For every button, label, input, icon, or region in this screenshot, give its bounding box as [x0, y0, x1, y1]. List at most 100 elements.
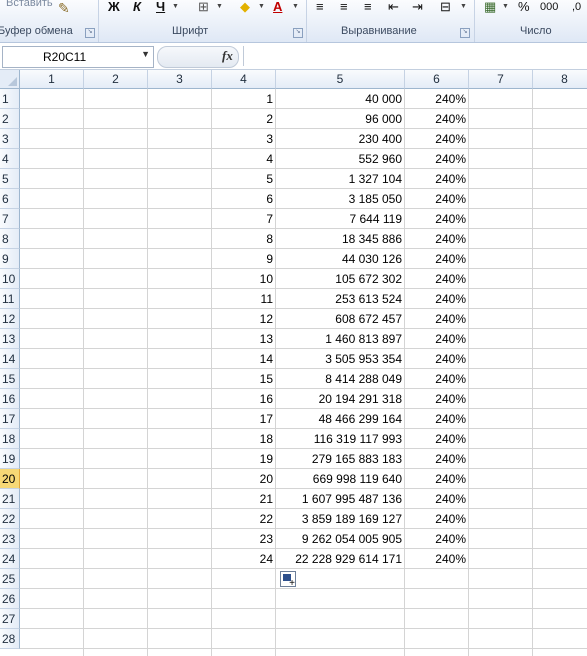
- cell[interactable]: 240%: [405, 209, 469, 229]
- cell[interactable]: 11: [212, 289, 276, 309]
- row-header-20[interactable]: 20: [0, 469, 20, 489]
- cell[interactable]: 240%: [405, 329, 469, 349]
- merge-center-icon[interactable]: ⊟: [440, 0, 451, 15]
- cell[interactable]: 240%: [405, 149, 469, 169]
- cell[interactable]: 240%: [405, 349, 469, 369]
- cell[interactable]: 20 194 291 318: [276, 389, 405, 409]
- cell[interactable]: 2: [212, 109, 276, 129]
- chevron-down-icon[interactable]: ▼: [141, 49, 150, 59]
- cell[interactable]: 240%: [405, 189, 469, 209]
- cell[interactable]: 1 327 104: [276, 169, 405, 189]
- font-launcher-icon[interactable]: ↘: [293, 28, 303, 38]
- row-header-25[interactable]: 25: [0, 569, 20, 589]
- cell[interactable]: 44 030 126: [276, 249, 405, 269]
- paste-options-icon[interactable]: [280, 571, 296, 589]
- cell[interactable]: 8 414 288 049: [276, 369, 405, 389]
- cell[interactable]: 240%: [405, 309, 469, 329]
- align-left-icon[interactable]: ≡: [316, 0, 324, 14]
- cell[interactable]: 240%: [405, 229, 469, 249]
- bold-button[interactable]: Ж: [108, 0, 120, 14]
- cell[interactable]: 552 960: [276, 149, 405, 169]
- row-header-22[interactable]: 22: [0, 509, 20, 529]
- row-header-23[interactable]: 23: [0, 529, 20, 549]
- italic-button[interactable]: К: [133, 0, 141, 14]
- align-center-icon[interactable]: ≡: [340, 0, 348, 14]
- cell[interactable]: 240%: [405, 289, 469, 309]
- insert-function-icon[interactable]: fx: [222, 48, 233, 64]
- cell[interactable]: 3 505 953 354: [276, 349, 405, 369]
- cell[interactable]: 240%: [405, 489, 469, 509]
- cell[interactable]: 240%: [405, 249, 469, 269]
- font-color-dropdown-icon[interactable]: ▼: [292, 3, 299, 10]
- cell[interactable]: 1 607 995 487 136: [276, 489, 405, 509]
- row-header-11[interactable]: 11: [0, 289, 20, 309]
- row-header-12[interactable]: 12: [0, 309, 20, 329]
- column-header-1[interactable]: 1: [20, 70, 84, 89]
- cell[interactable]: 240%: [405, 529, 469, 549]
- column-header-2[interactable]: 2: [84, 70, 148, 89]
- decrease-indent-icon[interactable]: ⇤: [388, 0, 399, 15]
- clipboard-launcher-icon[interactable]: ↘: [85, 28, 95, 38]
- font-color-icon[interactable]: A: [273, 0, 282, 14]
- cell[interactable]: 105 672 302: [276, 269, 405, 289]
- cell[interactable]: 240%: [405, 269, 469, 289]
- row-header-5[interactable]: 5: [0, 169, 20, 189]
- cell[interactable]: 230 400: [276, 129, 405, 149]
- cell[interactable]: 10: [212, 269, 276, 289]
- cell[interactable]: 116 319 117 993: [276, 429, 405, 449]
- cell[interactable]: 240%: [405, 369, 469, 389]
- row-header-6[interactable]: 6: [0, 189, 20, 209]
- row-header-10[interactable]: 10: [0, 269, 20, 289]
- cell[interactable]: 40 000: [276, 89, 405, 109]
- row-header-15[interactable]: 15: [0, 369, 20, 389]
- cell[interactable]: 1 460 813 897: [276, 329, 405, 349]
- column-header-3[interactable]: 3: [148, 70, 212, 89]
- merge-dropdown-icon[interactable]: ▼: [460, 3, 467, 10]
- cell[interactable]: 18: [212, 429, 276, 449]
- row-header-8[interactable]: 8: [0, 229, 20, 249]
- currency-dropdown-icon[interactable]: ▼: [502, 3, 509, 10]
- cell[interactable]: 669 998 119 640: [276, 469, 405, 489]
- cell[interactable]: 8: [212, 229, 276, 249]
- cell[interactable]: 240%: [405, 469, 469, 489]
- cell[interactable]: 22 228 929 614 171: [276, 549, 405, 569]
- cell[interactable]: 240%: [405, 429, 469, 449]
- formula-input[interactable]: [243, 46, 587, 66]
- cell[interactable]: 7 644 119: [276, 209, 405, 229]
- row-header-3[interactable]: 3: [0, 129, 20, 149]
- row-header-2[interactable]: 2: [0, 109, 20, 129]
- row-header-14[interactable]: 14: [0, 349, 20, 369]
- align-right-icon[interactable]: ≡: [364, 0, 372, 14]
- row-header-7[interactable]: 7: [0, 209, 20, 229]
- cell[interactable]: 5: [212, 169, 276, 189]
- row-header-9[interactable]: 9: [0, 249, 20, 269]
- row-header-4[interactable]: 4: [0, 149, 20, 169]
- format-painter-icon[interactable]: ✎: [58, 0, 70, 17]
- row-header-28[interactable]: 28: [0, 629, 20, 649]
- currency-format-icon[interactable]: ▦: [484, 0, 496, 15]
- column-header-8[interactable]: 8: [533, 70, 587, 89]
- cell[interactable]: 9: [212, 249, 276, 269]
- row-header-27[interactable]: 27: [0, 609, 20, 629]
- cell[interactable]: 240%: [405, 89, 469, 109]
- fill-dropdown-icon[interactable]: ▼: [258, 3, 265, 10]
- cell[interactable]: 279 165 883 183: [276, 449, 405, 469]
- cell[interactable]: 22: [212, 509, 276, 529]
- cell[interactable]: 240%: [405, 449, 469, 469]
- cell[interactable]: 16: [212, 389, 276, 409]
- cell[interactable]: 3 859 189 169 127: [276, 509, 405, 529]
- cell[interactable]: 96 000: [276, 109, 405, 129]
- cell[interactable]: 23: [212, 529, 276, 549]
- row-header-26[interactable]: 26: [0, 589, 20, 609]
- cell[interactable]: 240%: [405, 389, 469, 409]
- select-all-button[interactable]: [0, 70, 20, 89]
- row-header-17[interactable]: 17: [0, 409, 20, 429]
- cell[interactable]: 13: [212, 329, 276, 349]
- cell[interactable]: 19: [212, 449, 276, 469]
- cell[interactable]: 7: [212, 209, 276, 229]
- column-header-5[interactable]: 5: [276, 70, 405, 89]
- name-box[interactable]: R20C11 ▼: [2, 46, 154, 68]
- percent-button[interactable]: %: [518, 0, 530, 14]
- cell[interactable]: 240%: [405, 169, 469, 189]
- fill-color-icon[interactable]: ◆: [240, 0, 250, 15]
